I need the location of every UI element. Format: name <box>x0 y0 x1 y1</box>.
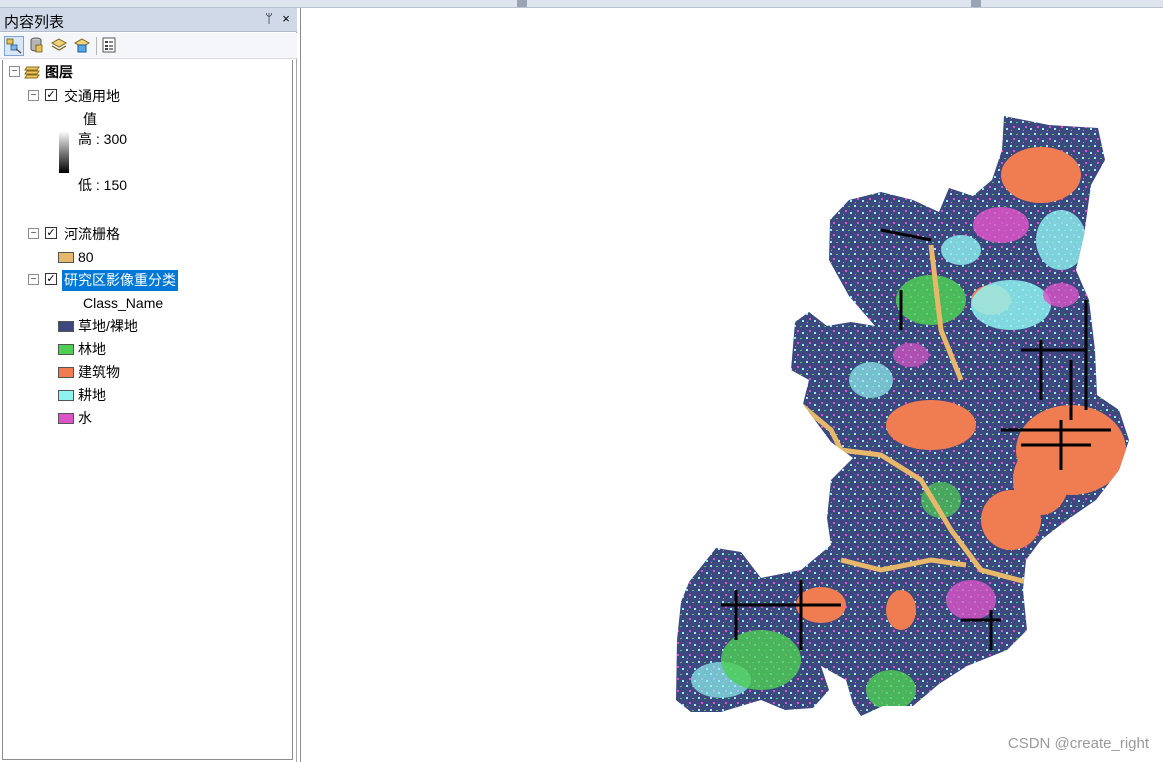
map-svg[interactable] <box>301 8 1163 762</box>
layer-name[interactable]: 交通用地 <box>64 87 120 105</box>
legend-swatch-farmland <box>58 390 74 401</box>
pane-title-bar: 内容列表 ᛘ × <box>0 8 297 32</box>
list-by-source-button[interactable] <box>27 36 47 56</box>
legend-field-name: Class_Name <box>83 295 164 311</box>
options-button[interactable] <box>100 36 120 56</box>
legend-class-label: 水 <box>78 410 92 426</box>
legend-swatch-water <box>58 413 74 424</box>
legend-heading: 值 <box>83 111 97 127</box>
legend-swatch <box>58 252 74 263</box>
list-by-selection-icon <box>73 38 91 53</box>
map-display[interactable]: CSDN @create_right <box>300 8 1163 762</box>
layer-visibility-checkbox[interactable]: ✓ <box>45 273 57 285</box>
watermark: CSDN @create_right <box>1007 735 1149 752</box>
layer-name-selected[interactable]: 研究区影像重分类 <box>62 270 178 291</box>
dropdown-arrow-icon[interactable] <box>971 0 981 7</box>
top-window-strip <box>0 0 1163 8</box>
layer-name[interactable]: 河流栅格 <box>64 225 120 243</box>
root-collapse-toggle[interactable]: − <box>9 66 20 77</box>
list-by-drawing-order-button[interactable] <box>4 36 24 56</box>
dropdown-arrow-icon[interactable] <box>517 0 527 7</box>
legend-swatch-forest <box>58 344 74 355</box>
list-by-drawing-order-icon <box>6 38 22 54</box>
list-by-selection-button[interactable] <box>73 36 93 56</box>
layer-collapse-toggle[interactable]: − <box>28 90 39 101</box>
legend-swatch-grass <box>58 321 74 332</box>
legend-class-label: 80 <box>78 249 94 265</box>
legend-class-label: 林地 <box>78 341 106 357</box>
toc-toolbar <box>0 33 297 59</box>
legend-class-label: 草地/裸地 <box>78 318 138 334</box>
classified-raster <box>676 116 1129 716</box>
close-icon[interactable]: × <box>279 11 293 27</box>
layer-collapse-toggle[interactable]: − <box>28 274 39 285</box>
legend-swatch-building <box>58 367 74 378</box>
legend-low-value: 低 : 150 <box>78 177 128 193</box>
root-layers-label: 图层 <box>45 64 73 80</box>
legend-high-value: 高 : 300 <box>78 131 128 147</box>
layer-collapse-toggle[interactable]: − <box>28 228 39 239</box>
pin-icon[interactable]: ᛘ <box>262 11 276 27</box>
layer-visibility-checkbox[interactable]: ✓ <box>45 89 57 101</box>
stretched-color-ramp <box>58 130 70 174</box>
options-icon <box>102 37 116 53</box>
toolbar-separator <box>96 37 97 55</box>
legend-class-label: 耕地 <box>78 387 106 403</box>
layer-tree: − 图层 − ✓ 交通用地 值 高 : 300 低 : 150 − ✓ 河流栅格… <box>2 60 293 760</box>
pane-title: 内容列表 <box>4 14 65 31</box>
list-by-visibility-button[interactable] <box>50 36 70 56</box>
legend-class-label: 建筑物 <box>78 364 120 380</box>
layer-visibility-checkbox[interactable]: ✓ <box>45 227 57 239</box>
list-by-visibility-icon <box>50 38 68 51</box>
table-of-contents-pane: 内容列表 ᛘ × − 图层 − ✓ 交通用地 值 高: 300 低: 150… <box>0 8 297 762</box>
list-by-source-icon <box>30 37 43 53</box>
layers-icon <box>24 66 40 79</box>
